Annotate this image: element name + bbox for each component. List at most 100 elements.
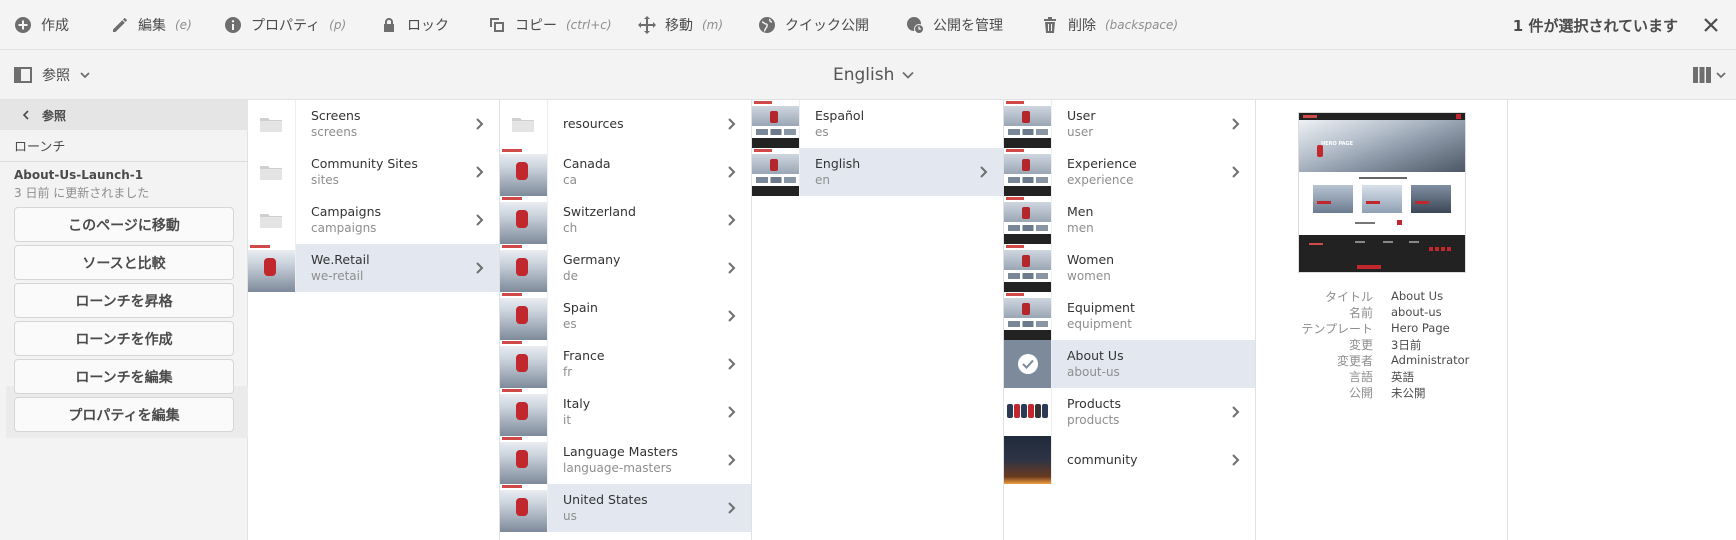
page-thumbnail: [1004, 292, 1052, 340]
properties-shortcut: (p): [329, 18, 347, 32]
item-title: Canada: [563, 156, 611, 171]
chevron-right-icon[interactable]: [471, 212, 487, 228]
column-item[interactable]: Español es: [752, 100, 1003, 148]
copy-button[interactable]: コピー (ctrl+c): [488, 0, 612, 50]
promote-launch-button[interactable]: ローンチを昇格: [14, 283, 234, 318]
column-item[interactable]: English en: [752, 148, 1003, 196]
chevron-right-icon[interactable]: [723, 356, 739, 372]
meta-value-language: 英語: [1391, 370, 1414, 384]
create-launch-button[interactable]: ローンチを作成: [14, 321, 234, 356]
preview-hero-text: HERO PAGE: [1321, 141, 1354, 147]
preview-thumbnail: HERO PAGE: [1298, 112, 1466, 273]
properties-label: プロパティ: [251, 18, 321, 34]
chevron-down-icon: [902, 71, 915, 79]
column-item[interactable]: Language Masters language-masters: [500, 436, 751, 484]
item-name: es: [563, 317, 577, 331]
launch-title: About-Us-Launch-1: [14, 168, 144, 182]
column-item[interactable]: About Us about-us: [1004, 340, 1255, 388]
chevron-right-icon[interactable]: [1227, 116, 1243, 132]
compare-source-button[interactable]: ソースと比較: [14, 245, 234, 280]
item-title: community: [1067, 452, 1138, 467]
item-name: fr: [563, 365, 573, 379]
quick-publish-button[interactable]: クイック公開: [758, 0, 869, 50]
manage-publication-button[interactable]: 公開を管理: [906, 0, 1003, 50]
column-2: resources Canada ca Switzerland ch Germany de S…: [500, 100, 752, 540]
column-item[interactable]: Canada ca: [500, 148, 751, 196]
chevron-right-icon[interactable]: [1227, 452, 1243, 468]
item-title: We.Retail: [311, 252, 370, 267]
page-thumbnail: [500, 340, 548, 388]
rail-toggle-button[interactable]: 参照: [14, 50, 90, 100]
column-item[interactable]: community: [1004, 436, 1255, 484]
language-selector[interactable]: English: [833, 50, 915, 100]
chevron-right-icon[interactable]: [723, 212, 739, 228]
copy-shortcut: (ctrl+c): [566, 18, 612, 32]
column-item[interactable]: Germany de: [500, 244, 751, 292]
rail-back-label: 参照: [42, 108, 67, 123]
column-item[interactable]: Experience experience: [1004, 148, 1255, 196]
rail-back-button[interactable]: 参照: [0, 100, 248, 130]
item-name: women: [1067, 269, 1111, 283]
chevron-right-icon[interactable]: [723, 164, 739, 180]
lock-button[interactable]: ロック: [380, 0, 449, 50]
left-rail: 参照 ローンチ About-Us-Launch-1 3 日前 に更新されました …: [0, 100, 248, 540]
column-item[interactable]: Italy it: [500, 388, 751, 436]
view-switcher[interactable]: [1692, 50, 1726, 100]
column-item[interactable]: Screens screens: [248, 100, 499, 148]
chevron-right-icon[interactable]: [975, 164, 991, 180]
chevron-right-icon[interactable]: [471, 164, 487, 180]
chevron-right-icon[interactable]: [471, 260, 487, 276]
column-item[interactable]: Equipment equipment: [1004, 292, 1255, 340]
edit-properties-button[interactable]: プロパティを編集: [14, 397, 234, 432]
item-name: products: [1067, 413, 1120, 427]
move-button[interactable]: 移動 (m): [638, 0, 723, 50]
column-3: Español es English en: [752, 100, 1004, 540]
move-shortcut: (m): [702, 18, 724, 32]
meta-label-modified-by: 変更者: [1336, 354, 1373, 368]
column-item[interactable]: We.Retail we-retail: [248, 244, 499, 292]
chevron-right-icon[interactable]: [1227, 164, 1243, 180]
globe-icon: [759, 17, 775, 33]
delete-button[interactable]: 削除 (backspace): [1041, 0, 1178, 50]
close-icon[interactable]: [1700, 14, 1722, 36]
chevron-right-icon[interactable]: [723, 260, 739, 276]
column-item[interactable]: Men men: [1004, 196, 1255, 244]
edit-launch-button[interactable]: ローンチを編集: [14, 359, 234, 394]
column-item[interactable]: Switzerland ch: [500, 196, 751, 244]
chevron-right-icon[interactable]: [723, 308, 739, 324]
column-item[interactable]: United States us: [500, 484, 751, 532]
page-thumbnail: [752, 100, 800, 148]
chevron-right-icon[interactable]: [723, 452, 739, 468]
page-thumbnail: [500, 388, 548, 436]
lock-icon: [384, 18, 394, 32]
properties-button[interactable]: プロパティ (p): [224, 0, 346, 50]
chevron-right-icon[interactable]: [723, 404, 739, 420]
page-thumbnail: [1004, 388, 1052, 436]
chevron-right-icon[interactable]: [723, 500, 739, 516]
meta-value-name: about-us: [1391, 305, 1442, 319]
meta-label-language: 言語: [1348, 370, 1373, 384]
go-to-page-button[interactable]: このページに移動: [14, 207, 234, 242]
column-item[interactable]: Products products: [1004, 388, 1255, 436]
meta-label-title: タイトル: [1324, 290, 1373, 304]
globe-clock-icon: [907, 17, 924, 34]
column-item[interactable]: Campaigns campaigns: [248, 196, 499, 244]
column-4: User user Experience experience Men men Women w…: [1004, 100, 1256, 540]
chevron-left-icon: [22, 110, 29, 120]
chevron-right-icon[interactable]: [723, 116, 739, 132]
column-item[interactable]: Women women: [1004, 244, 1255, 292]
column-item[interactable]: Community Sites sites: [248, 148, 499, 196]
column-item[interactable]: resources: [500, 100, 751, 148]
edit-label: 編集: [138, 18, 166, 34]
chevron-right-icon[interactable]: [1227, 404, 1243, 420]
chevron-right-icon[interactable]: [471, 116, 487, 132]
column-item[interactable]: Spain es: [500, 292, 751, 340]
item-name: screens: [311, 125, 358, 139]
create-button[interactable]: 作成: [14, 0, 69, 50]
language-label: English: [833, 65, 895, 85]
meta-label-template: テンプレート: [1301, 322, 1373, 336]
edit-button[interactable]: 編集 (e): [111, 0, 192, 50]
item-title: Experience: [1067, 156, 1137, 171]
column-item[interactable]: France fr: [500, 340, 751, 388]
column-item[interactable]: User user: [1004, 100, 1255, 148]
